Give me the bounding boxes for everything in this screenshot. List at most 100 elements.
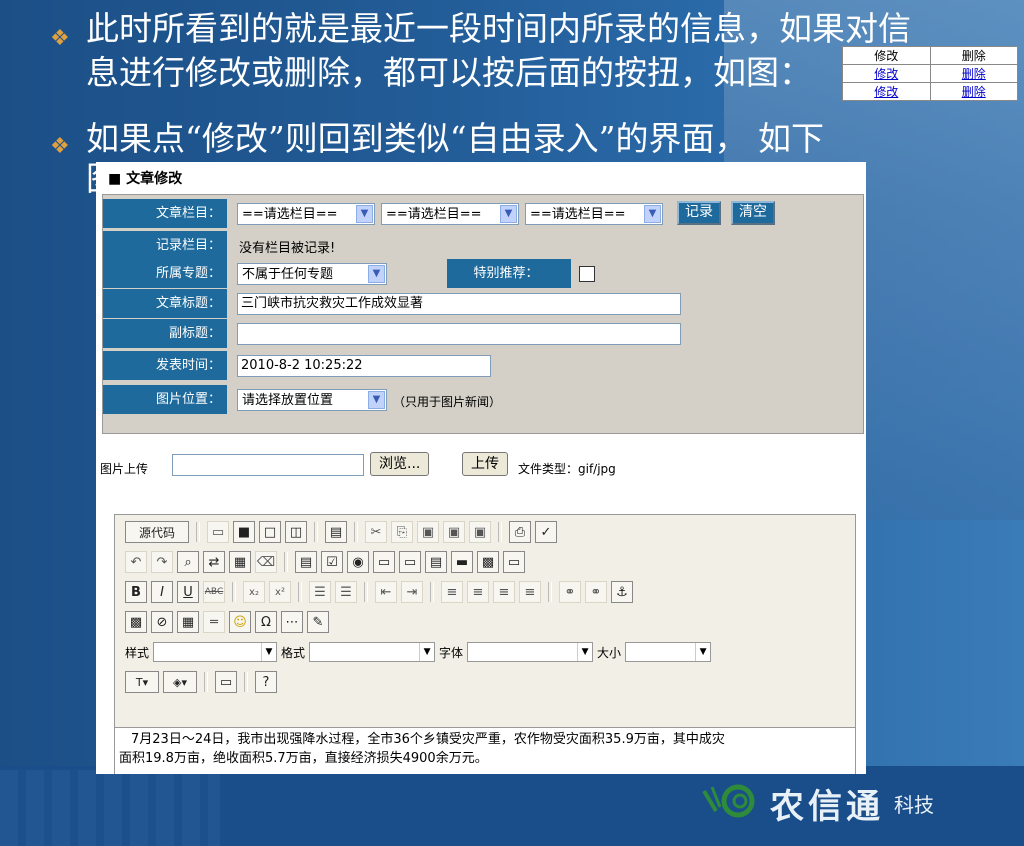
align-left-icon[interactable]: ≡: [441, 581, 463, 603]
column-label: 文章栏目：: [103, 199, 227, 228]
font-combo[interactable]: ▼: [467, 642, 594, 662]
style-combo[interactable]: ▼: [153, 642, 278, 662]
indent-icon[interactable]: ⇥: [401, 581, 423, 603]
cut-icon[interactable]: ✂: [365, 521, 387, 543]
unlink-icon[interactable]: ⚭: [585, 581, 607, 603]
bg-color-icon[interactable]: ◈▾: [163, 671, 197, 693]
chevron-down-icon: ▼: [644, 205, 661, 223]
title-label: 文章标题：: [103, 289, 227, 318]
eraser-icon[interactable]: ⌫: [255, 551, 277, 573]
chevron-down-icon: ▼: [419, 643, 434, 661]
textfield-icon[interactable]: ▭: [373, 551, 395, 573]
time-label: 发表时间：: [103, 351, 227, 380]
browse-button[interactable]: 浏览...: [370, 452, 430, 476]
edit-link[interactable]: 修改: [874, 85, 898, 99]
help-icon[interactable]: ?: [255, 671, 277, 693]
column-select-2[interactable]: ==请选栏目== ▼: [381, 203, 519, 225]
editor-content[interactable]: 7月23日～24日，我市出现强降水过程，全市36个乡镇受灾严重，农作物受灾面积3…: [115, 727, 855, 774]
file-types: 文件类型：gif/jpg: [518, 462, 616, 476]
table-icon[interactable]: ▦: [177, 611, 199, 633]
text-color-icon[interactable]: T▾: [125, 671, 159, 693]
redo-icon[interactable]: ↷: [151, 551, 173, 573]
preview-icon[interactable]: ◫: [285, 521, 307, 543]
column-select-1[interactable]: ==请选栏目== ▼: [237, 203, 375, 225]
underline-icon[interactable]: U: [177, 581, 199, 603]
superscript-icon[interactable]: x²: [269, 581, 291, 603]
header-delete: 删除: [929, 46, 1018, 65]
strikethrough-icon[interactable]: ABC: [203, 581, 225, 603]
subscript-icon[interactable]: x₂: [243, 581, 265, 603]
editor-paragraph-2: 面积19.8万亩，绝收面积5.7万亩，直接经济损失4900余万元。: [119, 751, 488, 766]
bottom-stripes: [0, 770, 220, 846]
image-position-select[interactable]: 请选择放置位置 ▼: [237, 389, 387, 411]
new-page-icon[interactable]: □: [259, 521, 281, 543]
radio-icon[interactable]: ◉: [347, 551, 369, 573]
hidden-field-icon[interactable]: ▭: [503, 551, 525, 573]
bold-icon[interactable]: B: [125, 581, 147, 603]
paste-icon[interactable]: ▭: [207, 521, 229, 543]
image-button-icon[interactable]: ▩: [477, 551, 499, 573]
delete-link[interactable]: 删除: [962, 85, 986, 99]
button-field-icon[interactable]: ▬: [451, 551, 473, 573]
justify-icon[interactable]: ≡: [519, 581, 541, 603]
fit-window-icon[interactable]: ▭: [215, 671, 237, 693]
logo-mark-icon: [702, 784, 755, 818]
save-icon[interactable]: ■: [233, 521, 255, 543]
link-icon[interactable]: ⚭: [559, 581, 581, 603]
italic-icon[interactable]: I: [151, 581, 173, 603]
align-center-icon[interactable]: ≡: [467, 581, 489, 603]
find-icon[interactable]: ⌕: [177, 551, 199, 573]
page-break-icon[interactable]: ⋯: [281, 611, 303, 633]
smiley-icon[interactable]: ☺: [229, 611, 251, 633]
outdent-icon[interactable]: ⇤: [375, 581, 397, 603]
chevron-down-icon: ▼: [577, 643, 592, 661]
special-char-icon[interactable]: Ω: [255, 611, 277, 633]
copy-icon[interactable]: ⎘: [391, 521, 413, 543]
upload-file-input[interactable]: [172, 454, 364, 476]
subtitle-input[interactable]: [237, 323, 681, 345]
unordered-list-icon[interactable]: ☰: [335, 581, 357, 603]
flash-icon[interactable]: ⊘: [151, 611, 173, 633]
horizontal-rule-icon[interactable]: ═: [203, 611, 225, 633]
paste-text-icon[interactable]: ▣: [417, 521, 439, 543]
topic-select[interactable]: 不属于任何专题 ▼: [237, 263, 387, 285]
article-edit-screenshot: ■ 文章修改 文章栏目： ==请选栏目== ▼ ==请选栏目== ▼ ==请选栏目=…: [96, 162, 866, 774]
paste-word-icon[interactable]: ▣: [443, 521, 465, 543]
chevron-down-icon: ▼: [356, 205, 373, 223]
about-icon[interactable]: ✎: [307, 611, 329, 633]
source-code-button[interactable]: 源代码: [125, 521, 189, 543]
image-icon[interactable]: ▩: [125, 611, 147, 633]
form-icon[interactable]: ▤: [295, 551, 317, 573]
panel-title: ■ 文章修改: [108, 171, 183, 187]
replace-icon[interactable]: ⇄: [203, 551, 225, 573]
undo-icon[interactable]: ↶: [125, 551, 147, 573]
template-icon[interactable]: ▤: [325, 521, 347, 543]
checkbox-icon[interactable]: ☑: [321, 551, 343, 573]
edit-link[interactable]: 修改: [874, 67, 898, 81]
record-button[interactable]: 记录: [677, 201, 721, 225]
paste-html-icon[interactable]: ▣: [469, 521, 491, 543]
title-input[interactable]: 三门峡市抗灾救灾工作成效显著: [237, 293, 681, 315]
column-select-3[interactable]: ==请选栏目== ▼: [525, 203, 663, 225]
select-all-icon[interactable]: ▦: [229, 551, 251, 573]
select-field-icon[interactable]: ▤: [425, 551, 447, 573]
logo-text: 农信通: [770, 786, 884, 827]
article-form: 文章栏目： ==请选栏目== ▼ ==请选栏目== ▼ ==请选栏目== ▼ 记录 清…: [102, 194, 864, 434]
upload-button[interactable]: 上传: [462, 452, 508, 476]
align-right-icon[interactable]: ≡: [493, 581, 515, 603]
clear-button[interactable]: 清空: [731, 201, 775, 225]
size-combo[interactable]: ▼: [625, 642, 712, 662]
print-icon[interactable]: ⎙: [509, 521, 531, 543]
format-label: 格式: [281, 645, 306, 660]
anchor-icon[interactable]: ⚓: [611, 581, 633, 603]
time-input[interactable]: 2010-8-2 10:25:22: [237, 355, 491, 377]
featured-checkbox[interactable]: [579, 266, 595, 282]
recorded-label: 记录栏目：: [103, 231, 227, 260]
toolbar-row-1: 源代码 ▭ ■ □ ◫ ▤ ✂ ⎘ ▣ ▣ ▣ ⎙ ✓: [125, 519, 557, 545]
format-combo[interactable]: ▼: [309, 642, 436, 662]
chevron-down-icon: ▼: [368, 391, 385, 409]
textarea-icon[interactable]: ▭: [399, 551, 421, 573]
ordered-list-icon[interactable]: ☰: [309, 581, 331, 603]
spellcheck-icon[interactable]: ✓: [535, 521, 557, 543]
delete-link[interactable]: 删除: [962, 67, 986, 81]
